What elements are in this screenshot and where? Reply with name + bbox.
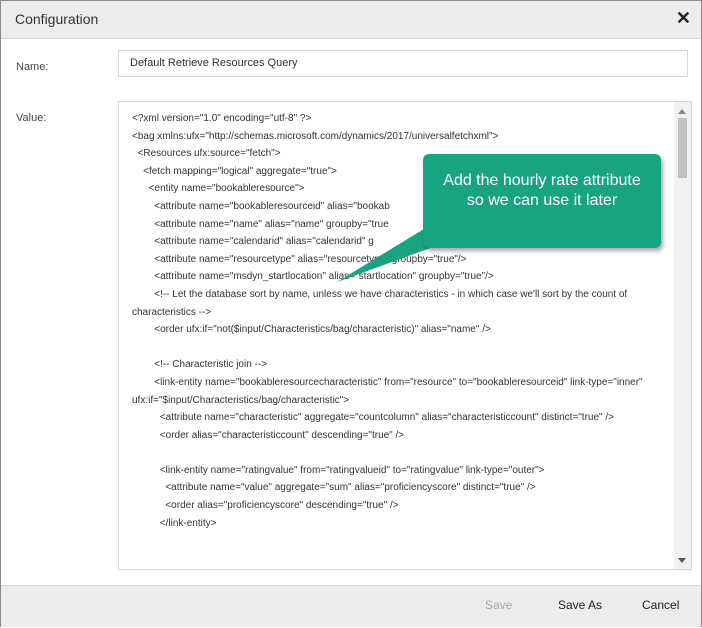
dialog-title: Configuration	[15, 11, 99, 27]
dialog-footer: Save Save As Cancel	[1, 585, 701, 627]
callout-text: Add the hourly rate attribute so we can …	[443, 172, 641, 209]
scroll-thumb[interactable]	[678, 118, 687, 178]
code-line: <attribute name="characteristic" aggrega…	[132, 412, 614, 424]
code-line: <bag xmlns:ufx="http://schemas.microsoft…	[132, 130, 499, 142]
name-field[interactable]: Default Retrieve Resources Query	[118, 50, 688, 77]
code-line: <!-- Let the database sort by name, unle…	[132, 288, 630, 318]
name-label: Name:	[16, 61, 49, 73]
code-line: <order ufx:if="not($input/Characteristic…	[132, 324, 491, 336]
code-line: <!-- Characteristic join -->	[132, 359, 268, 371]
value-label: Value:	[16, 112, 47, 124]
code-line: <?xml version="1.0" encoding="utf-8" ?>	[132, 113, 312, 124]
cancel-button[interactable]: Cancel	[642, 598, 679, 612]
vertical-scrollbar[interactable]	[674, 102, 691, 569]
close-icon[interactable]: ✕	[676, 9, 691, 27]
code-line: <attribute name="value" aggregate="sum" …	[132, 482, 536, 494]
code-line: <link-entity name="bookableresourcechara…	[132, 376, 646, 406]
code-line: </link-entity>	[132, 517, 217, 529]
save-button[interactable]: Save	[485, 598, 512, 612]
annotation-callout: Add the hourly rate attribute so we can …	[423, 154, 661, 248]
scroll-up-arrow-icon[interactable]	[678, 109, 686, 114]
code-line: <order alias="proficiencyscore" descendi…	[132, 500, 399, 512]
code-line: <link-entity name="ratingvalue" from="ra…	[132, 464, 545, 476]
code-line: <order alias="characteristiccount" desce…	[132, 429, 405, 441]
code-line: <attribute name="msdyn_startlocation" al…	[132, 271, 494, 283]
title-bar: Configuration ✕	[1, 1, 701, 39]
code-line: <attribute name="resourcetype" alias="re…	[132, 253, 467, 265]
save-as-button[interactable]: Save As	[558, 598, 602, 612]
configuration-dialog: Configuration ✕ Name: Default Retrieve R…	[0, 0, 702, 627]
scroll-down-arrow-icon[interactable]	[678, 558, 686, 563]
